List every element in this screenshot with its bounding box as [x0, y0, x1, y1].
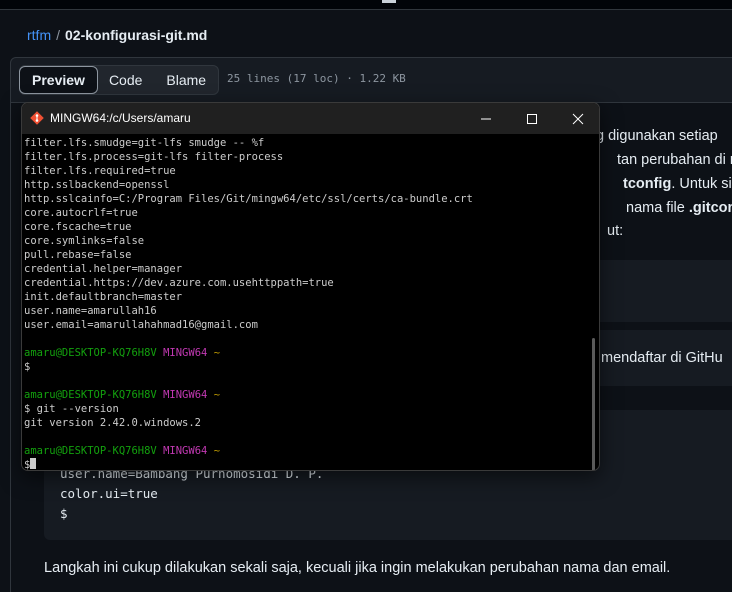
- terminal-prompt: amaru@DESKTOP-KQ76H8V MINGW64 ~: [24, 388, 588, 402]
- breadcrumb-file-name: 02-konfigurasi-git.md: [65, 27, 208, 43]
- doc-text: nama file: [626, 200, 689, 216]
- prompt-directory: ~: [213, 445, 221, 457]
- terminal-output-line: pull.rebase=false: [24, 249, 132, 261]
- code-line: color.ui=true: [60, 486, 158, 501]
- breadcrumb-repo-link[interactable]: rtfm: [27, 27, 51, 43]
- maximize-icon: [527, 113, 537, 124]
- doc-text: . Untuk siste: [671, 176, 732, 192]
- doc-footer-text: Langkah ini cukup dilakukan sekali saja,…: [44, 560, 671, 576]
- terminal-output-line: credential.https://dev.azure.com.usehttp…: [24, 277, 334, 289]
- terminal-output-line: filter.lfs.required=true: [24, 165, 176, 177]
- terminal-output-line: filter.lfs.smudge=git-lfs smudge -- %f: [24, 137, 265, 149]
- terminal-titlebar[interactable]: MINGW64:/c/Users/amaru: [22, 103, 599, 134]
- doc-text-line: tan perubahan di re: [617, 152, 732, 168]
- terminal-output-line: http.sslbackend=openssl: [24, 179, 170, 191]
- file-info: 25 lines (17 loc) · 1.22 KB: [227, 72, 406, 85]
- doc-text-line: mendaftar di GitHu: [601, 350, 723, 366]
- doc-bold-text: tconfig: [623, 176, 672, 192]
- terminal-cursor: [30, 458, 37, 469]
- minimize-button[interactable]: [463, 103, 509, 134]
- prompt-directory: ~: [213, 347, 221, 359]
- terminal-output-line: core.symlinks=false: [24, 235, 145, 247]
- prompt-user: amaru@DESKTOP-KQ76H8V: [24, 347, 157, 359]
- tab-blame[interactable]: Blame: [154, 66, 218, 94]
- breadcrumb-separator: /: [56, 27, 60, 43]
- terminal-output-line: user.email=amarullahahmad16@gmail.com: [24, 319, 258, 331]
- view-mode-switch: Preview Code Blame: [19, 65, 220, 95]
- file-header: Preview Code Blame 25 lines (17 loc) · 1…: [10, 57, 732, 103]
- prompt-user: amaru@DESKTOP-KQ76H8V: [24, 389, 157, 401]
- doc-bold-text: .gitconfi: [688, 200, 732, 216]
- terminal-output-line: user.name=amarullah16: [24, 305, 157, 317]
- git-bash-icon: [30, 111, 44, 125]
- doc-text-line: tconfig. Untuk siste: [623, 176, 732, 192]
- prompt-system: MINGW64: [163, 445, 208, 457]
- tab-code[interactable]: Code: [97, 66, 154, 94]
- browser-top-strip: [0, 0, 732, 10]
- terminal-body[interactable]: filter.lfs.smudge=git-lfs smudge -- %f f…: [22, 134, 588, 470]
- tab-preview[interactable]: Preview: [19, 66, 98, 94]
- prompt-system: MINGW64: [163, 347, 208, 359]
- close-button[interactable]: [555, 103, 599, 134]
- terminal-input-line[interactable]: $: [24, 458, 588, 470]
- terminal-output-line: filter.lfs.process=git-lfs filter-proces…: [24, 151, 284, 163]
- terminal-scrollbar[interactable]: [592, 338, 595, 470]
- terminal-dollar-line: $: [24, 361, 31, 373]
- prompt-system: MINGW64: [163, 389, 208, 401]
- terminal-output-line: git version 2.42.0.windows.2: [24, 417, 202, 429]
- close-icon: [572, 113, 584, 124]
- terminal-prompt: amaru@DESKTOP-KQ76H8V MINGW64 ~: [24, 346, 588, 360]
- maximize-button[interactable]: [509, 103, 555, 134]
- prompt-directory: ~: [213, 389, 221, 401]
- doc-text-line: ut:: [607, 223, 624, 239]
- terminal-output-line: credential.helper=manager: [24, 263, 183, 275]
- code-line: $: [60, 506, 68, 521]
- terminal-window[interactable]: MINGW64:/c/Users/amaru filter.lfs.smudge…: [21, 102, 600, 471]
- terminal-output-line: init.defaultbranch=master: [24, 291, 183, 303]
- terminal-title: MINGW64:/c/Users/amaru: [50, 111, 191, 125]
- doc-text-line: g digunakan setiap: [596, 128, 718, 144]
- terminal-output-line: core.autocrlf=true: [24, 207, 138, 219]
- doc-text-line: nama file .gitconfi: [626, 200, 732, 216]
- terminal-output-line: core.fscache=true: [24, 221, 132, 233]
- top-strip-mark: [382, 0, 396, 3]
- terminal-prompt: amaru@DESKTOP-KQ76H8V MINGW64 ~: [24, 444, 588, 458]
- prompt-user: amaru@DESKTOP-KQ76H8V: [24, 445, 157, 457]
- terminal-output-line: http.sslcainfo=C:/Program Files/Git/ming…: [24, 193, 473, 205]
- terminal-command-line: $ git --version: [24, 403, 119, 415]
- breadcrumb: rtfm / 02-konfigurasi-git.md: [27, 27, 207, 43]
- minimize-icon: [481, 118, 491, 119]
